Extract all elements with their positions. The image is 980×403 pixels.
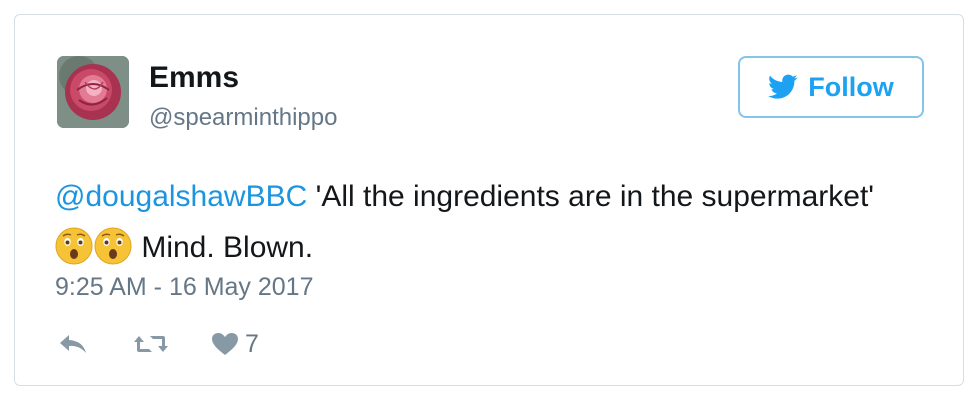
rose-avatar-image bbox=[57, 56, 129, 128]
retweet-icon bbox=[134, 336, 168, 352]
reply-icon bbox=[60, 335, 86, 353]
like-button[interactable]: 7 bbox=[211, 330, 259, 359]
astonished-face-emoji bbox=[94, 227, 132, 265]
heart-icon bbox=[212, 333, 238, 355]
tweet-timestamp[interactable]: 9:25 AM - 16 May 2017 bbox=[55, 273, 313, 302]
tweet-text: @dougalshawBBC 'All the ingredients are … bbox=[55, 171, 915, 273]
user-handle[interactable]: @spearminthippo bbox=[149, 104, 337, 132]
like-count: 7 bbox=[245, 329, 259, 358]
tweet-actions: 7 bbox=[55, 326, 259, 362]
follow-button[interactable]: Follow bbox=[738, 56, 924, 118]
tweet-card: Emms @spearminthippo Follow @dougalshawB… bbox=[14, 14, 964, 386]
reply-button[interactable] bbox=[57, 332, 89, 356]
astonished-face-emoji bbox=[55, 227, 93, 265]
retweet-button[interactable] bbox=[133, 332, 169, 356]
tweet-text-part1: 'All the ingredients are in the supermar… bbox=[307, 180, 875, 213]
follow-button-label: Follow bbox=[808, 71, 894, 102]
twitter-bird-icon bbox=[768, 74, 798, 99]
tweet-text-part2: Mind. Blown. bbox=[133, 231, 314, 264]
mention-link[interactable]: @dougalshawBBC bbox=[55, 180, 307, 213]
display-name[interactable]: Emms bbox=[149, 61, 239, 95]
user-avatar[interactable] bbox=[57, 56, 129, 128]
